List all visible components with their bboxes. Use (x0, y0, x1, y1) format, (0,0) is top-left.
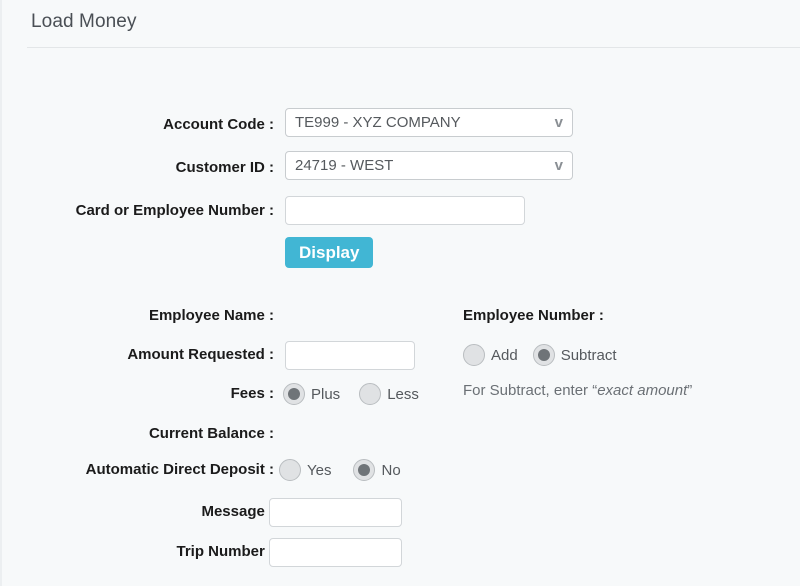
amount-requested-input[interactable] (285, 341, 415, 370)
radio-add-dot (463, 344, 485, 366)
radio-add-deposit-no[interactable]: No (353, 459, 400, 481)
automatic-direct-deposit-radio-group: Yes No (279, 453, 401, 487)
radio-fees-plus-label: Plus (311, 386, 340, 403)
row-card-or-employee-number: Card or Employee Number : (2, 194, 800, 228)
display-button[interactable]: Display (285, 237, 373, 268)
page-title: Load Money (31, 11, 137, 33)
automatic-direct-deposit-label: Automatic Direct Deposit : (2, 453, 274, 487)
radio-add[interactable]: Add (463, 344, 518, 366)
radio-add-deposit-no-dot (353, 459, 375, 481)
message-label: Message : (2, 495, 274, 529)
subtract-hint-emphasis: exact amount (597, 382, 687, 399)
fees-radio-group: Plus Less (283, 377, 419, 411)
display-button-wrap: Display (285, 237, 373, 268)
chevron-down-icon: v (555, 109, 563, 136)
radio-subtract[interactable]: Subtract (533, 344, 617, 366)
radio-fees-less[interactable]: Less (359, 383, 419, 405)
row-amount-requested: Amount Requested : Add Subtract (2, 338, 800, 372)
customer-id-label: Customer ID : (2, 151, 274, 185)
customer-id-field: 24719 - WEST v (285, 151, 573, 180)
row-message: Message : (2, 495, 800, 529)
current-balance-label: Current Balance : (2, 417, 274, 451)
amount-requested-label: Amount Requested : (2, 338, 274, 372)
chevron-down-icon: v (555, 152, 563, 179)
subtract-hint-prefix: For Subtract, enter “ (463, 382, 597, 399)
load-money-form: Account Code : TE999 - XYZ COMPANY v Cus… (2, 47, 800, 586)
subtract-hint-suffix: ” (687, 382, 692, 399)
row-fees: Fees : Plus Less For Subtract, enter “ex… (2, 377, 800, 411)
message-input[interactable] (269, 498, 402, 527)
panel-header: Load Money (2, 0, 800, 47)
trip-number-input[interactable] (269, 538, 402, 567)
radio-subtract-label: Subtract (561, 347, 617, 364)
load-money-page: Load Money Account Code : TE999 - XYZ CO… (0, 0, 800, 586)
row-current-balance: Current Balance : (2, 417, 800, 451)
radio-fees-less-dot (359, 383, 381, 405)
fees-label: Fees : (2, 377, 274, 411)
radio-add-deposit-yes-dot (279, 459, 301, 481)
radio-subtract-dot (533, 344, 555, 366)
account-code-selected-value: TE999 - XYZ COMPANY (295, 109, 461, 136)
radio-add-label: Add (491, 347, 518, 364)
row-account-code: Account Code : TE999 - XYZ COMPANY v (2, 108, 800, 142)
subtract-hint: For Subtract, enter “exact amount” (463, 381, 692, 401)
radio-fees-plus[interactable]: Plus (283, 383, 340, 405)
account-code-label: Account Code : (2, 108, 274, 142)
customer-id-select[interactable]: 24719 - WEST v (285, 151, 573, 180)
trip-number-label: Trip Number : (2, 535, 274, 569)
add-subtract-radio-group: Add Subtract (463, 338, 617, 372)
employee-number-label: Employee Number : (463, 299, 604, 333)
amount-requested-field (285, 338, 415, 370)
radio-fees-plus-dot (283, 383, 305, 405)
card-or-employee-number-label: Card or Employee Number : (2, 194, 274, 228)
account-code-select[interactable]: TE999 - XYZ COMPANY v (285, 108, 573, 137)
radio-add-deposit-no-label: No (381, 462, 400, 479)
card-or-employee-number-input[interactable] (285, 196, 525, 225)
card-or-employee-number-field (285, 194, 525, 225)
row-trip-number: Trip Number : (2, 535, 800, 569)
employee-name-label: Employee Name : (2, 299, 274, 333)
radio-add-deposit-yes-label: Yes (307, 462, 331, 479)
row-display-button: Display (2, 237, 800, 271)
account-code-field: TE999 - XYZ COMPANY v (285, 108, 573, 137)
customer-id-selected-value: 24719 - WEST (295, 152, 393, 179)
trip-number-field (269, 535, 402, 567)
message-field (269, 495, 402, 527)
row-automatic-direct-deposit: Automatic Direct Deposit : Yes No (2, 453, 800, 487)
radio-fees-less-label: Less (387, 386, 419, 403)
row-employee-name: Employee Name : Employee Number : (2, 299, 800, 333)
row-customer-id: Customer ID : 24719 - WEST v (2, 151, 800, 185)
radio-add-deposit-yes[interactable]: Yes (279, 459, 331, 481)
